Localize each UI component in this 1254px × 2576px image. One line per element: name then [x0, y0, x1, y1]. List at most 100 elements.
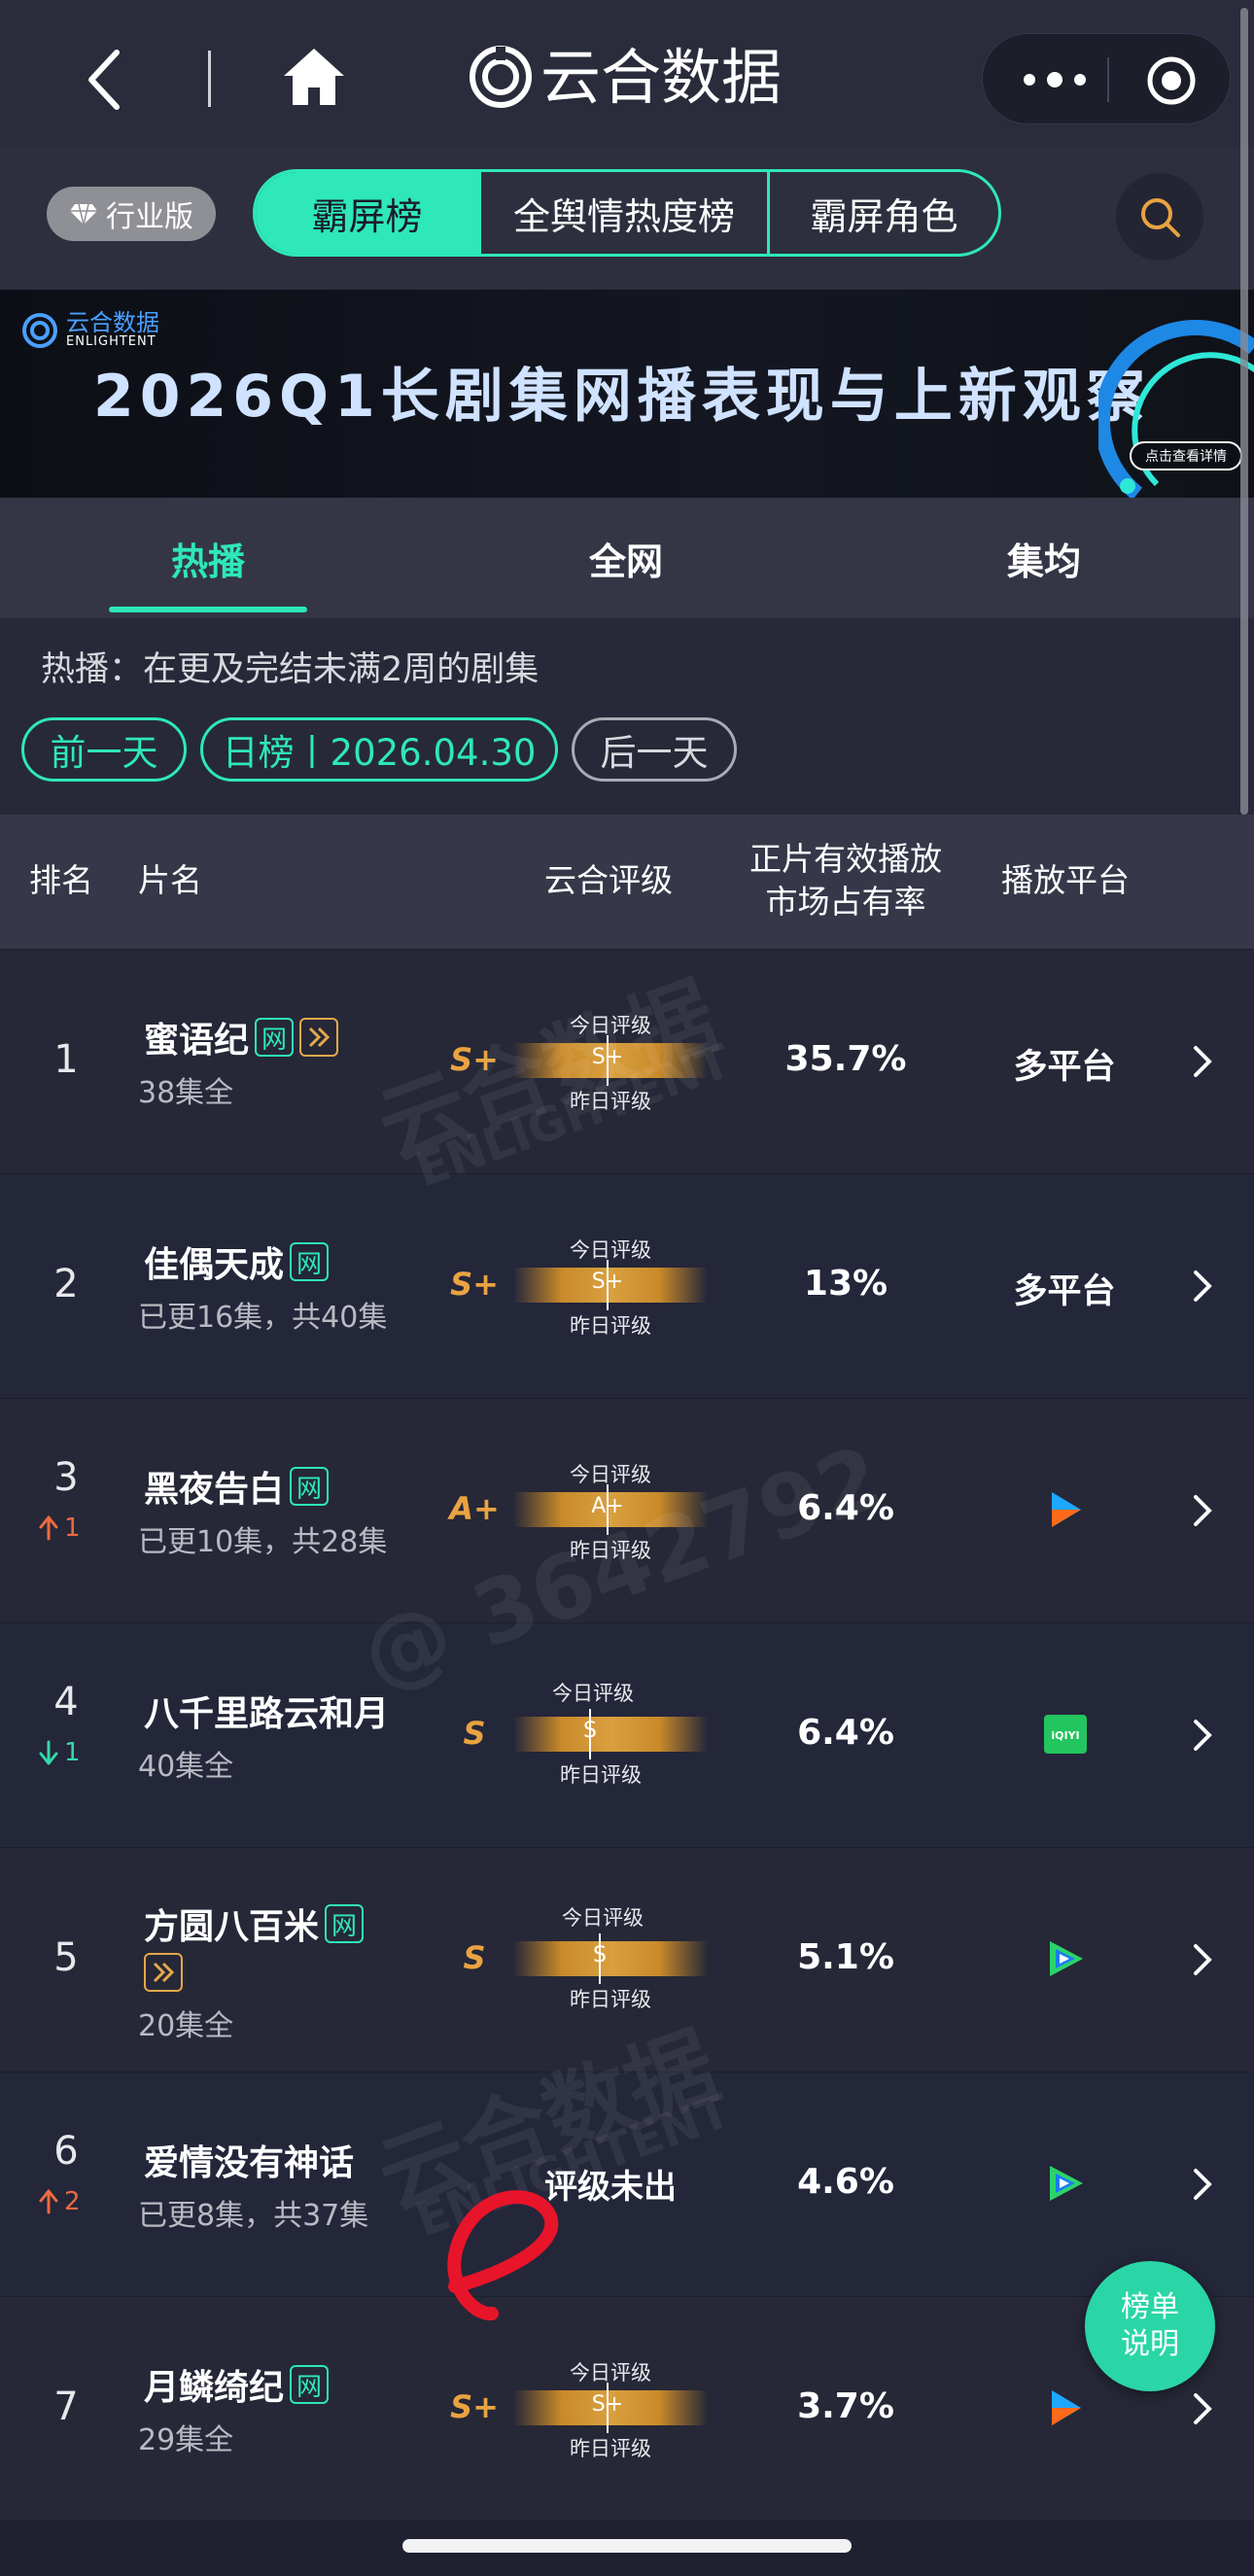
drama-title[interactable]: 爱情没有神话 [144, 2135, 354, 2185]
yesterday-grade: S+ [450, 1266, 499, 1303]
episode-status: 40集全 [138, 1750, 234, 1784]
rating-bar: S [513, 1933, 708, 1984]
search-button[interactable] [1116, 173, 1203, 261]
tab-hot-airing[interactable]: 热播 [109, 498, 307, 618]
drama-title[interactable]: 月鳞绮纪网 [144, 2359, 330, 2410]
segment-dominance-role[interactable]: 霸屏角色 [770, 172, 998, 254]
yesterday-rating-label: 昨日评级 [570, 1988, 651, 2011]
header-share-line1: 正片有效播放 [749, 840, 942, 878]
chevron-right-icon[interactable] [1188, 1267, 1217, 1305]
banner-logo-cn: 云合数据 [66, 309, 159, 336]
today-grade: S+ [591, 2392, 624, 2417]
filter-area: 热播：在更及完结未满2周的剧集 前一天 日榜丨2026.04.30 后一天 [0, 618, 1254, 815]
drama-title[interactable]: 佳偶天成网 [144, 1236, 330, 1287]
drama-title[interactable]: 八千里路云和月 [144, 1686, 389, 1736]
network-drama-tag: 网 [255, 1018, 295, 1057]
chevron-right-icon[interactable] [1188, 2165, 1217, 2204]
rank-number: 3 [53, 1455, 79, 1500]
tab-all-network[interactable]: 全网 [529, 498, 723, 618]
yesterday-grade: A+ [449, 1490, 500, 1527]
rating-bar: S+ [513, 1260, 708, 1310]
scrollbar[interactable] [1240, 8, 1248, 815]
promo-banner[interactable]: 云合数据 ENLIGHTENT 2026Q1长剧集网播表现与上新观察 点击查看详… [0, 290, 1254, 498]
table-row[interactable]: 3 1 黑夜告白网已更10集，共28集 A+ 今日评级 A+ 昨日评级 6.4% [0, 1398, 1254, 1622]
tencent-video-icon [1042, 2160, 1089, 2207]
table-row[interactable]: 7 月鳞绮纪网 29集全 S+ 今日评级 S+ 昨日评级 3.7% [0, 2296, 1254, 2521]
rank-number: 2 [53, 1262, 79, 1306]
table-header: 排名 片名 云合评级 正片有效播放 市场占有率 播放平台 [0, 815, 1254, 949]
header-platform: 播放平台 [1001, 861, 1130, 899]
yesterday-rating-label: 昨日评级 [570, 1314, 651, 1338]
prev-day-button[interactable]: 前一天 [21, 717, 187, 782]
banner-detail-button[interactable]: 点击查看详情 [1130, 441, 1242, 470]
ranking-explanation-button[interactable]: 榜单 说明 [1085, 2261, 1215, 2391]
chevron-right-icon[interactable] [1188, 1042, 1217, 1081]
chevron-right-icon[interactable] [1188, 1940, 1217, 1979]
float-button-line1: 榜单 [1121, 2290, 1179, 2324]
platform-label: 多平台 [1013, 1048, 1116, 1087]
chevron-right-icon[interactable] [1188, 1716, 1217, 1755]
yesterday-rating-label: 昨日评级 [570, 2437, 651, 2460]
banner-logo: 云合数据 ENLIGHTENT [21, 311, 159, 349]
chevron-right-icon[interactable] [1188, 2389, 1217, 2428]
float-button-line2: 说明 [1121, 2327, 1179, 2361]
market-share: 3.7% [797, 2386, 894, 2426]
active-tab-underline [109, 607, 307, 612]
rank-change-value: 2 [64, 2187, 81, 2216]
header-rank: 排名 [29, 861, 93, 899]
rating-bar: S [513, 1709, 708, 1759]
home-icon[interactable] [280, 43, 348, 111]
platform-label: 多平台 [1013, 1272, 1116, 1311]
market-share: 5.1% [797, 1937, 894, 1977]
header-share-line2: 市场占有率 [765, 883, 926, 921]
chevron-right-icon[interactable] [1188, 1491, 1217, 1530]
arrow-down-icon [39, 1740, 58, 1765]
drama-title[interactable]: 方圆八百米网 [144, 1898, 365, 1949]
back-icon[interactable] [76, 41, 134, 119]
table-row[interactable]: 4 1 八千里路云和月 40集全 S 今日评级 S 昨日评级 6.4% iQIYI [0, 1622, 1254, 1847]
yesterday-rating-label: 昨日评级 [560, 1763, 642, 1787]
close-miniprogram-icon[interactable] [1146, 55, 1197, 106]
segment-public-opinion-list[interactable]: 全舆情热度榜 [481, 172, 770, 254]
industry-edition-badge[interactable]: 行业版 [47, 187, 216, 241]
youku-icon [1042, 2385, 1089, 2431]
table-row[interactable]: 1 蜜语纪网 38集全 S+ 今日评级 S+ 昨日评级 35.7% 多平台 [0, 949, 1254, 1173]
drama-title[interactable]: 蜜语纪网 [144, 1012, 339, 1062]
drama-title-text: 爱情没有神话 [144, 2143, 355, 2183]
table-row[interactable]: 2 佳偶天成网已更16集，共40集 S+ 今日评级 S+ 昨日评级 13% 多平台 [0, 1173, 1254, 1398]
arrow-up-icon [39, 2189, 58, 2214]
table-row[interactable]: 5 方圆八百米网 20集全 S 今日评级 S 昨日评级 5.1% [0, 1847, 1254, 2071]
next-day-button[interactable]: 后一天 [572, 717, 737, 782]
today-rating-label: 今日评级 [570, 2361, 651, 2385]
more-icon[interactable] [1022, 65, 1088, 94]
market-share: 13% [803, 1264, 888, 1304]
home-indicator [402, 2539, 852, 2553]
top-nav-bar: 云合数据 [0, 0, 1254, 146]
episode-status: 38集全 [138, 1076, 234, 1110]
today-grade: S+ [591, 1270, 624, 1294]
segment-dominance-list[interactable]: 霸屏榜 [256, 172, 481, 254]
date-selector[interactable]: 日榜丨2026.04.30 [200, 717, 558, 782]
industry-badge-label: 行业版 [106, 200, 193, 234]
drama-title[interactable]: 黑夜告白网 [144, 1461, 330, 1512]
enlightent-logo-icon [22, 312, 57, 348]
svg-text:iQIYI: iQIYI [1051, 1729, 1079, 1742]
app-logo-icon [469, 45, 533, 109]
tencent-video-icon [1042, 1935, 1089, 1982]
list-description: 热播：在更及完结未满2周的剧集 [41, 650, 540, 689]
market-share: 6.4% [797, 1488, 894, 1528]
tab-per-episode[interactable]: 集均 [947, 498, 1141, 618]
exclusive-play-icon [299, 1018, 339, 1057]
yesterday-rating-label: 昨日评级 [570, 1539, 651, 1562]
today-rating-label: 今日评级 [570, 1463, 651, 1486]
today-grade: S [583, 1719, 597, 1743]
yesterday-grade: S+ [450, 2388, 499, 2425]
today-rating-label: 今日评级 [552, 1682, 634, 1705]
rank-change-value: 1 [64, 1738, 81, 1767]
arrow-up-icon [39, 1515, 58, 1541]
mini-program-capsule [982, 33, 1231, 124]
table-row[interactable]: 6 2 爱情没有神话 已更8集，共37集 评级未出 4.6% [0, 2071, 1254, 2296]
drama-title-text: 方圆八百米 [144, 1907, 320, 1947]
app-title: 云合数据 [540, 42, 783, 113]
rating-bar: S+ [513, 2383, 708, 2433]
